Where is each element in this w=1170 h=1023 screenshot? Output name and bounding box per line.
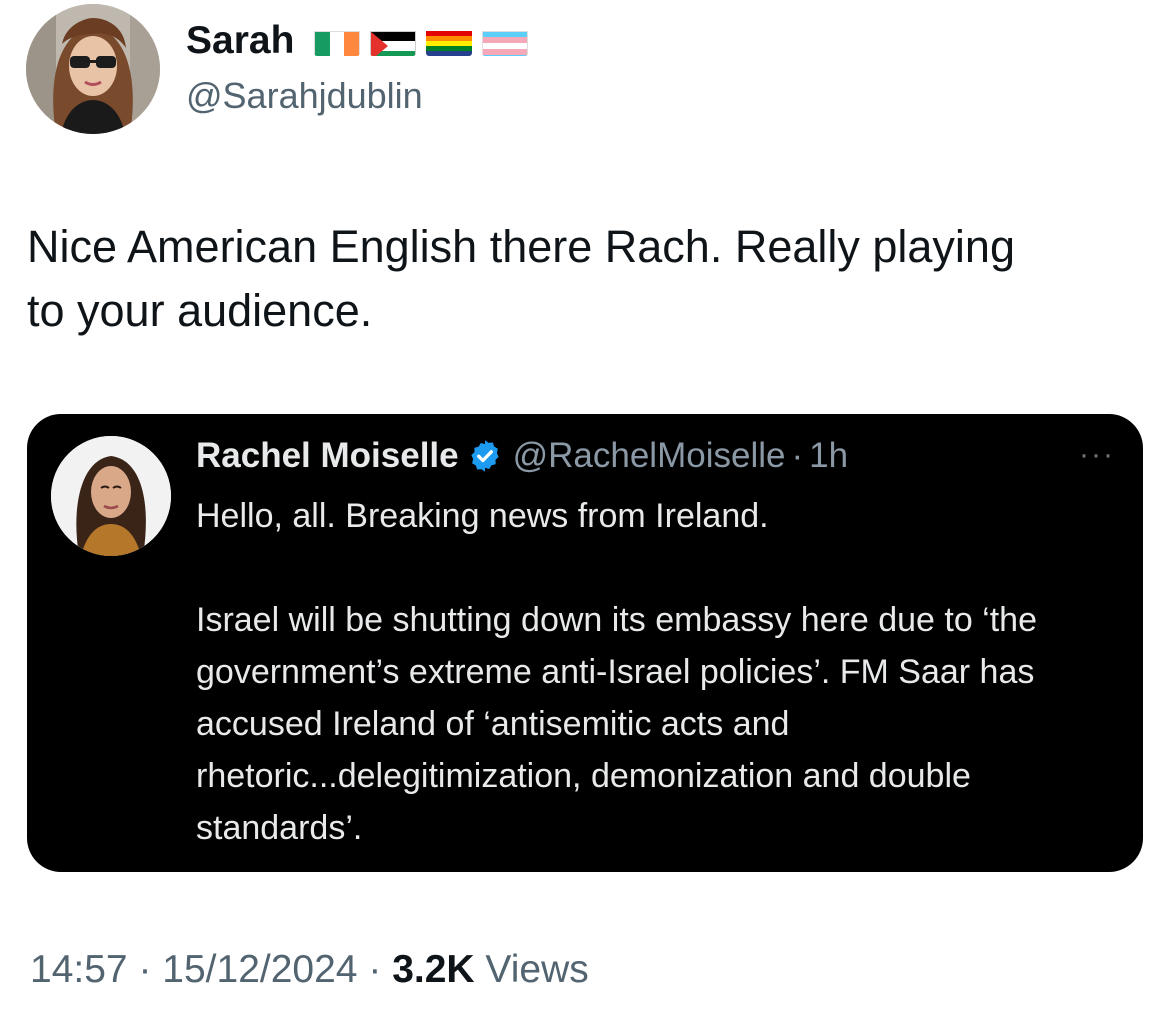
tweet-text-line-1: Nice American English there Rach. Really… xyxy=(27,221,1015,272)
quoted-separator: · xyxy=(791,436,804,475)
quoted-display-name[interactable]: Rachel Moiselle xyxy=(196,434,459,478)
rainbow-flag-icon xyxy=(426,26,473,56)
author-handle[interactable]: @Sarahjdublin xyxy=(186,74,423,118)
author-display-name[interactable]: Sarah xyxy=(186,18,529,64)
quoted-paragraph-1: Hello, all. Breaking news from Ireland. xyxy=(196,497,769,535)
meta-separator: · xyxy=(138,948,152,991)
ireland-flag-icon xyxy=(314,26,361,56)
palestine-flag-icon xyxy=(370,26,417,56)
views-label: Views xyxy=(485,948,589,991)
tweet-text: Nice American English there Rach. Really… xyxy=(27,215,1147,343)
more-options-icon[interactable]: ··· xyxy=(1079,440,1115,470)
quoted-tweet-text: Hello, all. Breaking news from Ireland. … xyxy=(196,490,1126,854)
quoted-tweet-card[interactable]: Rachel Moiselle @RachelMoiselle · 1h ···… xyxy=(27,414,1143,872)
quoted-author-avatar[interactable] xyxy=(51,436,171,556)
views-count: 3.2K xyxy=(392,948,475,991)
author-avatar[interactable] xyxy=(26,4,160,134)
quoted-paragraph-2: Israel will be shutting down its embassy… xyxy=(196,601,1038,847)
tweet-text-line-2: to your audience. xyxy=(27,285,373,336)
flag-emojis xyxy=(314,26,529,56)
verified-badge-icon xyxy=(467,438,503,474)
tweet-time[interactable]: 14:57 xyxy=(30,948,128,991)
quoted-tweet-header: Rachel Moiselle @RachelMoiselle · 1h xyxy=(196,434,848,478)
transgender-flag-icon xyxy=(482,26,529,56)
meta-separator: · xyxy=(368,948,382,991)
quoted-timestamp[interactable]: 1h xyxy=(809,434,848,478)
display-name-text: Sarah xyxy=(186,19,295,62)
tweet-date[interactable]: 15/12/2024 xyxy=(162,948,357,991)
tweet-page: Sarah @Sarahjdublin Nice American Englis… xyxy=(0,0,1170,1023)
tweet-meta: 14:57 · 15/12/2024 · 3.2K Views xyxy=(30,946,589,994)
quoted-handle[interactable]: @RachelMoiselle xyxy=(513,434,786,478)
